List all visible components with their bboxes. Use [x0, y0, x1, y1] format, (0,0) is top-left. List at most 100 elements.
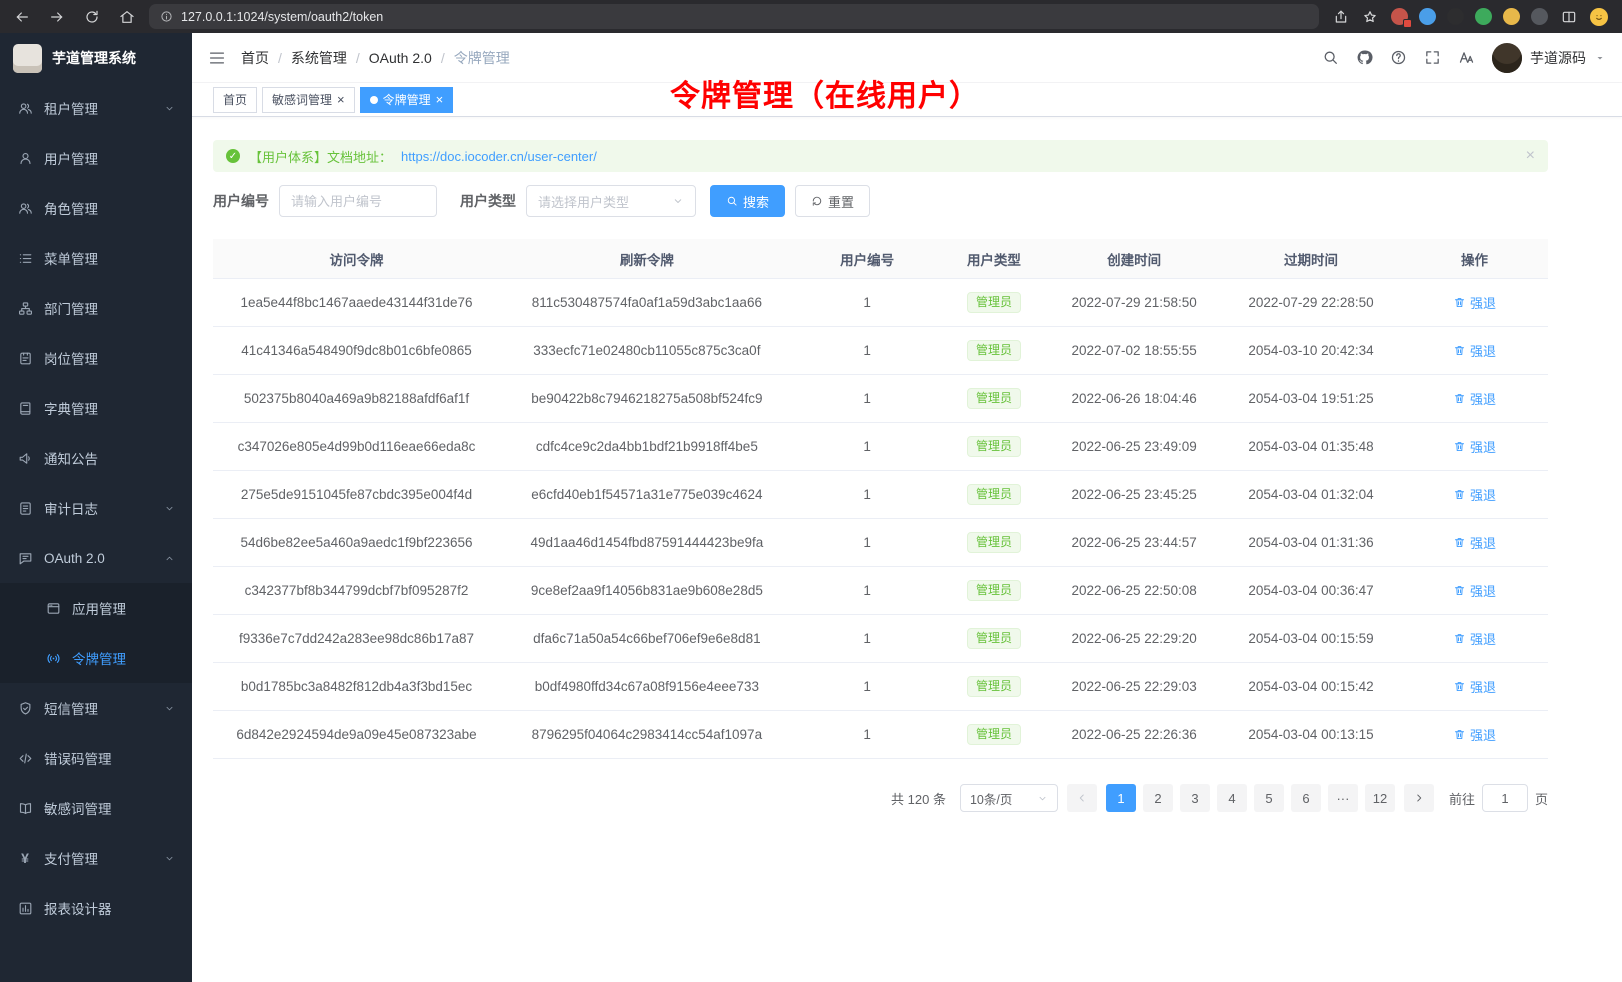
address-bar[interactable]: 127.0.0.1:1024/system/oauth2/token	[149, 4, 1319, 29]
extension-icon[interactable]	[1475, 8, 1492, 25]
page-button-4[interactable]: 4	[1217, 784, 1247, 812]
doc-alert: ✓ 【用户体系】文档地址： https://doc.iocoder.cn/use…	[213, 140, 1548, 172]
sidebar-item-error-code[interactable]: 错误码管理	[0, 733, 192, 783]
sidebar-item-label: 应用管理	[72, 598, 175, 618]
create-time-cell: 2022-06-25 22:26:36	[1047, 727, 1221, 742]
user-id-cell: 1	[794, 679, 941, 694]
main-panel: 首页/系统管理/OAuth 2.0/令牌管理 芋道源码 首页敏感词管理×令牌管理…	[192, 33, 1622, 982]
sidebar-item-tenant[interactable]: 租户管理	[0, 83, 192, 133]
tab-home[interactable]: 首页	[213, 87, 257, 113]
profile-avatar-icon[interactable]	[1590, 8, 1608, 26]
tab-close-icon[interactable]: ×	[436, 93, 444, 106]
tab-oauth2-token[interactable]: 令牌管理×	[360, 87, 454, 113]
sidebar-item-sms[interactable]: 短信管理	[0, 683, 192, 733]
page-button-1[interactable]: 1	[1106, 784, 1136, 812]
github-icon[interactable]	[1356, 49, 1373, 66]
access-token-cell: 502375b8040a469a9b82188afdf6af1f	[213, 391, 500, 406]
chevron-right-icon	[1413, 792, 1425, 804]
chevron-up-icon	[164, 553, 175, 564]
user-type-select[interactable]: 请选择用户类型	[526, 185, 696, 217]
refresh-token-cell: b0df4980ffd34c67a08f9156e4eee733	[500, 679, 794, 694]
alert-close-icon[interactable]: ×	[1526, 147, 1535, 165]
sidebar-toggle-icon[interactable]	[208, 49, 226, 67]
force-logout-button[interactable]: 强退	[1453, 341, 1496, 360]
user-menu[interactable]: 芋道源码	[1492, 43, 1606, 73]
search-icon[interactable]	[1322, 49, 1339, 66]
goto-page-input[interactable]	[1482, 784, 1528, 812]
breadcrumb-item[interactable]: OAuth 2.0	[369, 50, 432, 66]
user-id-cell: 1	[794, 631, 941, 646]
reset-button[interactable]: 重置	[795, 185, 870, 217]
expire-time-cell: 2054-03-04 01:35:48	[1221, 439, 1401, 454]
force-logout-button[interactable]: 强退	[1453, 725, 1496, 744]
sidebar-item-sensitive-word[interactable]: 敏感词管理	[0, 783, 192, 833]
breadcrumb-item[interactable]: 首页	[241, 48, 269, 68]
breadcrumb-item[interactable]: 系统管理	[291, 48, 347, 68]
sidebar-item-oauth2-app[interactable]: 应用管理	[0, 583, 192, 633]
fullscreen-icon[interactable]	[1424, 49, 1441, 66]
page-button-3[interactable]: 3	[1180, 784, 1210, 812]
search-button[interactable]: 搜索	[710, 185, 785, 217]
tab-split-icon[interactable]	[1561, 9, 1577, 25]
browser-forward-icon[interactable]	[49, 9, 65, 25]
force-logout-button[interactable]: 强退	[1453, 293, 1496, 312]
browser-back-icon[interactable]	[14, 9, 30, 25]
sidebar-item-report-designer[interactable]: 报表设计器	[0, 883, 192, 933]
sidebar-item-dict[interactable]: 字典管理	[0, 383, 192, 433]
sidebar-item-role[interactable]: 角色管理	[0, 183, 192, 233]
page-button-6[interactable]: 6	[1291, 784, 1321, 812]
sidebar-item-pay[interactable]: ¥支付管理	[0, 833, 192, 883]
extension-icon[interactable]	[1391, 8, 1408, 25]
browser-home-icon[interactable]	[119, 9, 135, 25]
force-logout-button[interactable]: 强退	[1453, 581, 1496, 600]
force-logout-button[interactable]: 强退	[1453, 389, 1496, 408]
prev-page-button[interactable]	[1067, 784, 1097, 812]
sidebar-item-notice[interactable]: 通知公告	[0, 433, 192, 483]
sidebar-item-oauth2-token[interactable]: 令牌管理	[0, 633, 192, 683]
sidebar-item-post[interactable]: 岗位管理	[0, 333, 192, 383]
doc-link[interactable]: https://doc.iocoder.cn/user-center/	[401, 149, 597, 164]
sidebar-item-audit-log[interactable]: 审计日志	[0, 483, 192, 533]
force-logout-button[interactable]: 强退	[1453, 533, 1496, 552]
force-logout-button[interactable]: 强退	[1453, 437, 1496, 456]
font-size-icon[interactable]	[1458, 49, 1475, 66]
page-size-select[interactable]: 10条/页	[960, 784, 1058, 812]
bookmark-star-icon[interactable]	[1362, 9, 1378, 25]
sidebar-item-user[interactable]: 用户管理	[0, 133, 192, 183]
next-page-button[interactable]	[1404, 784, 1434, 812]
user-id-input[interactable]	[279, 185, 437, 217]
column-header: 用户类型	[941, 249, 1048, 269]
column-header: 创建时间	[1047, 249, 1221, 269]
trash-icon	[1453, 296, 1466, 309]
refresh-token-cell: 8796295f04064c2983414cc54af1097a	[500, 727, 794, 742]
site-info-icon[interactable]	[160, 10, 173, 23]
user-id-cell: 1	[794, 439, 941, 454]
sidebar-item-oauth2[interactable]: OAuth 2.0	[0, 533, 192, 583]
help-icon[interactable]	[1390, 49, 1407, 66]
browser-reload-icon[interactable]	[84, 9, 100, 25]
total-count: 共 120 条	[891, 789, 946, 808]
force-logout-button[interactable]: 强退	[1453, 677, 1496, 696]
extension-icon[interactable]	[1531, 8, 1548, 25]
table-row: 502375b8040a469a9b82188afdf6af1fbe90422b…	[213, 375, 1548, 423]
page-button-5[interactable]: 5	[1254, 784, 1284, 812]
extension-icon[interactable]	[1503, 8, 1520, 25]
access-token-cell: 54d6be82ee5a460a9aedc1f9bf223656	[213, 535, 500, 550]
pagination-more[interactable]: ···	[1328, 784, 1358, 812]
log-icon	[17, 501, 33, 516]
sidebar-item-label: 角色管理	[44, 198, 175, 218]
tab-sensitive-word[interactable]: 敏感词管理×	[262, 87, 355, 113]
extension-icon[interactable]	[1419, 8, 1436, 25]
sidebar-item-label: 字典管理	[44, 398, 175, 418]
page-button-12[interactable]: 12	[1365, 784, 1395, 812]
force-logout-label: 强退	[1470, 533, 1496, 552]
force-logout-button[interactable]: 强退	[1453, 629, 1496, 648]
page-button-2[interactable]: 2	[1143, 784, 1173, 812]
sidebar-item-label: OAuth 2.0	[44, 551, 153, 566]
extension-icon[interactable]	[1447, 8, 1464, 25]
sidebar-item-dept[interactable]: 部门管理	[0, 283, 192, 333]
sidebar-item-menu[interactable]: 菜单管理	[0, 233, 192, 283]
force-logout-button[interactable]: 强退	[1453, 485, 1496, 504]
tab-close-icon[interactable]: ×	[337, 93, 345, 106]
share-icon[interactable]	[1333, 9, 1349, 25]
